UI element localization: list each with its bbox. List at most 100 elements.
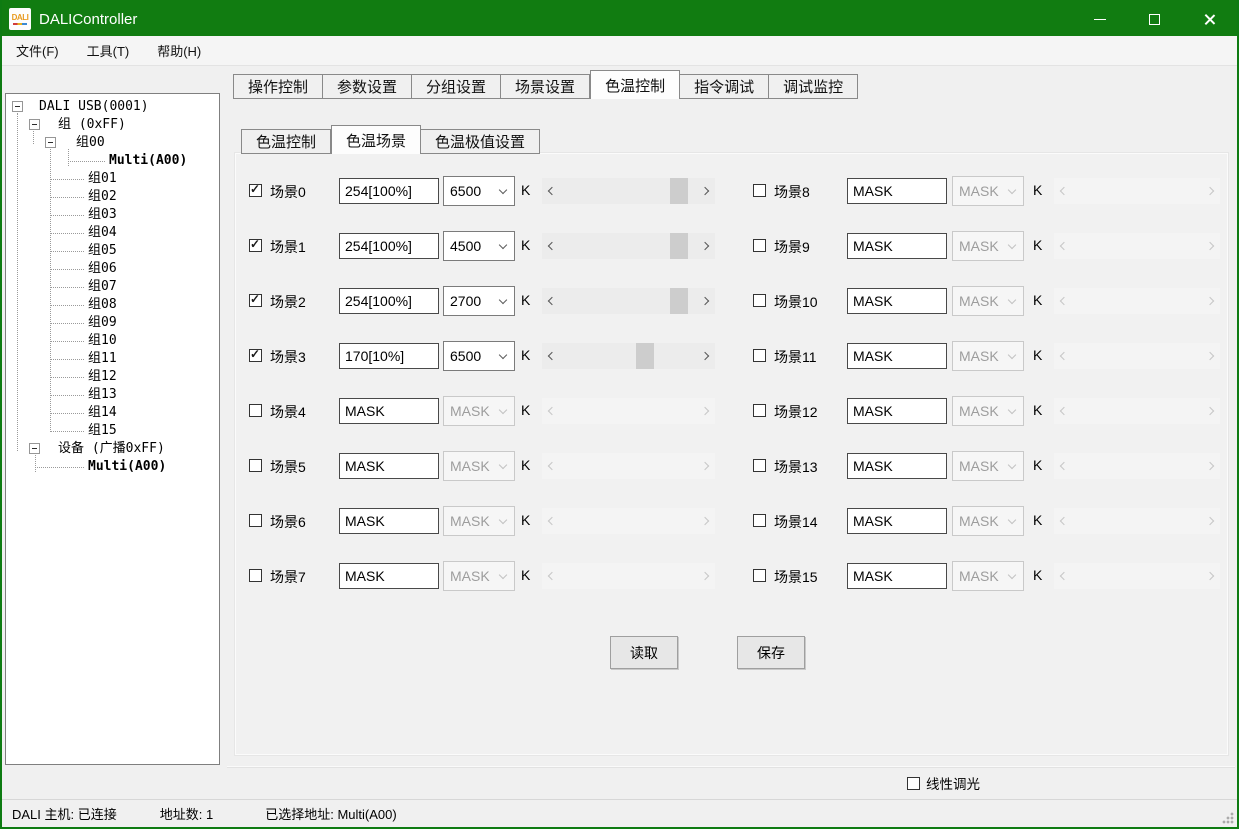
- scene-4-temp-scrollbar[interactable]: [542, 398, 715, 424]
- scrollbar-right-arrow[interactable]: [1203, 398, 1220, 424]
- main-tab-2[interactable]: 分组设置: [412, 74, 501, 99]
- scrollbar-right-arrow[interactable]: [1203, 288, 1220, 314]
- tree-expander-icon[interactable]: [29, 119, 40, 130]
- scrollbar-left-arrow[interactable]: [1054, 343, 1071, 369]
- scene-10-level-input[interactable]: MASK: [847, 288, 947, 314]
- scrollbar-left-arrow[interactable]: [542, 453, 559, 479]
- scrollbar-left-arrow[interactable]: [1054, 453, 1071, 479]
- scene-1-temp-select[interactable]: 4500: [443, 231, 515, 261]
- tree-expander-icon[interactable]: [45, 137, 56, 148]
- sub-tab-0[interactable]: 色温控制: [241, 129, 331, 154]
- scene-4-temp-select[interactable]: MASK: [443, 396, 515, 426]
- scene-14-checkbox[interactable]: [753, 514, 766, 527]
- scene-15-checkbox[interactable]: [753, 569, 766, 582]
- scrollbar-thumb[interactable]: [670, 178, 688, 204]
- close-button[interactable]: [1182, 0, 1237, 38]
- scrollbar-thumb[interactable]: [636, 343, 654, 369]
- scene-8-temp-scrollbar[interactable]: [1054, 178, 1220, 204]
- scene-12-temp-scrollbar[interactable]: [1054, 398, 1220, 424]
- scene-0-level-input[interactable]: 254[100%]: [339, 178, 439, 204]
- scene-9-temp-select[interactable]: MASK: [952, 231, 1024, 261]
- scene-2-temp-scrollbar[interactable]: [542, 288, 715, 314]
- scrollbar-right-arrow[interactable]: [1203, 178, 1220, 204]
- scene-6-temp-select[interactable]: MASK: [443, 506, 515, 536]
- scene-0-checkbox[interactable]: [249, 184, 262, 197]
- scene-5-checkbox[interactable]: [249, 459, 262, 472]
- scene-9-temp-scrollbar[interactable]: [1054, 233, 1220, 259]
- scene-2-temp-select[interactable]: 2700: [443, 286, 515, 316]
- scene-2-checkbox[interactable]: [249, 294, 262, 307]
- scene-8-temp-select[interactable]: MASK: [952, 176, 1024, 206]
- scrollbar-right-arrow[interactable]: [698, 178, 715, 204]
- resize-grip[interactable]: [1222, 812, 1234, 824]
- scene-3-level-input[interactable]: 170[10%]: [339, 343, 439, 369]
- scrollbar-thumb[interactable]: [670, 288, 688, 314]
- scene-11-temp-scrollbar[interactable]: [1054, 343, 1220, 369]
- scrollbar-left-arrow[interactable]: [542, 288, 559, 314]
- minimize-button[interactable]: [1072, 0, 1127, 38]
- scrollbar-right-arrow[interactable]: [698, 563, 715, 589]
- scrollbar-left-arrow[interactable]: [1054, 398, 1071, 424]
- scene-13-temp-select[interactable]: MASK: [952, 451, 1024, 481]
- scrollbar-right-arrow[interactable]: [698, 453, 715, 479]
- scrollbar-left-arrow[interactable]: [542, 178, 559, 204]
- scene-12-temp-select[interactable]: MASK: [952, 396, 1024, 426]
- scrollbar-thumb[interactable]: [670, 233, 688, 259]
- scrollbar-right-arrow[interactable]: [1203, 508, 1220, 534]
- read-button[interactable]: 读取: [610, 636, 678, 669]
- scrollbar-left-arrow[interactable]: [542, 508, 559, 534]
- menu-item-1[interactable]: 工具(T): [73, 36, 144, 65]
- scrollbar-right-arrow[interactable]: [1203, 343, 1220, 369]
- scene-15-temp-scrollbar[interactable]: [1054, 563, 1220, 589]
- scrollbar-left-arrow[interactable]: [1054, 508, 1071, 534]
- scrollbar-right-arrow[interactable]: [698, 508, 715, 534]
- linear-dim-checkbox[interactable]: [907, 777, 920, 790]
- scene-15-temp-select[interactable]: MASK: [952, 561, 1024, 591]
- scene-9-checkbox[interactable]: [753, 239, 766, 252]
- scene-6-level-input[interactable]: MASK: [339, 508, 439, 534]
- scene-8-level-input[interactable]: MASK: [847, 178, 947, 204]
- scrollbar-right-arrow[interactable]: [1203, 233, 1220, 259]
- scrollbar-left-arrow[interactable]: [1054, 233, 1071, 259]
- scrollbar-right-arrow[interactable]: [698, 343, 715, 369]
- scene-3-temp-select[interactable]: 6500: [443, 341, 515, 371]
- scene-14-temp-scrollbar[interactable]: [1054, 508, 1220, 534]
- scrollbar-right-arrow[interactable]: [698, 398, 715, 424]
- scrollbar-right-arrow[interactable]: [698, 288, 715, 314]
- scene-5-level-input[interactable]: MASK: [339, 453, 439, 479]
- scene-10-temp-select[interactable]: MASK: [952, 286, 1024, 316]
- main-tab-6[interactable]: 调试监控: [769, 74, 858, 99]
- scene-12-checkbox[interactable]: [753, 404, 766, 417]
- scene-13-level-input[interactable]: MASK: [847, 453, 947, 479]
- scene-11-checkbox[interactable]: [753, 349, 766, 362]
- scene-14-temp-select[interactable]: MASK: [952, 506, 1024, 536]
- scrollbar-right-arrow[interactable]: [698, 233, 715, 259]
- scene-1-checkbox[interactable]: [249, 239, 262, 252]
- scene-2-level-input[interactable]: 254[100%]: [339, 288, 439, 314]
- scene-13-checkbox[interactable]: [753, 459, 766, 472]
- scene-4-level-input[interactable]: MASK: [339, 398, 439, 424]
- scrollbar-left-arrow[interactable]: [542, 343, 559, 369]
- save-button[interactable]: 保存: [737, 636, 805, 669]
- menu-item-2[interactable]: 帮助(H): [143, 36, 215, 65]
- sub-tab-2[interactable]: 色温极值设置: [421, 129, 540, 154]
- main-tab-1[interactable]: 参数设置: [323, 74, 412, 99]
- scene-14-level-input[interactable]: MASK: [847, 508, 947, 534]
- scene-15-level-input[interactable]: MASK: [847, 563, 947, 589]
- menu-item-0[interactable]: 文件(F): [2, 36, 73, 65]
- scene-13-temp-scrollbar[interactable]: [1054, 453, 1220, 479]
- scene-7-temp-scrollbar[interactable]: [542, 563, 715, 589]
- scene-8-checkbox[interactable]: [753, 184, 766, 197]
- scene-3-checkbox[interactable]: [249, 349, 262, 362]
- maximize-button[interactable]: [1127, 0, 1182, 38]
- scene-10-checkbox[interactable]: [753, 294, 766, 307]
- sub-tab-1[interactable]: 色温场景: [331, 125, 421, 154]
- scene-12-level-input[interactable]: MASK: [847, 398, 947, 424]
- scene-5-temp-select[interactable]: MASK: [443, 451, 515, 481]
- scene-5-temp-scrollbar[interactable]: [542, 453, 715, 479]
- scrollbar-left-arrow[interactable]: [542, 398, 559, 424]
- scene-11-temp-select[interactable]: MASK: [952, 341, 1024, 371]
- scrollbar-left-arrow[interactable]: [1054, 178, 1071, 204]
- scrollbar-left-arrow[interactable]: [1054, 288, 1071, 314]
- scrollbar-left-arrow[interactable]: [542, 563, 559, 589]
